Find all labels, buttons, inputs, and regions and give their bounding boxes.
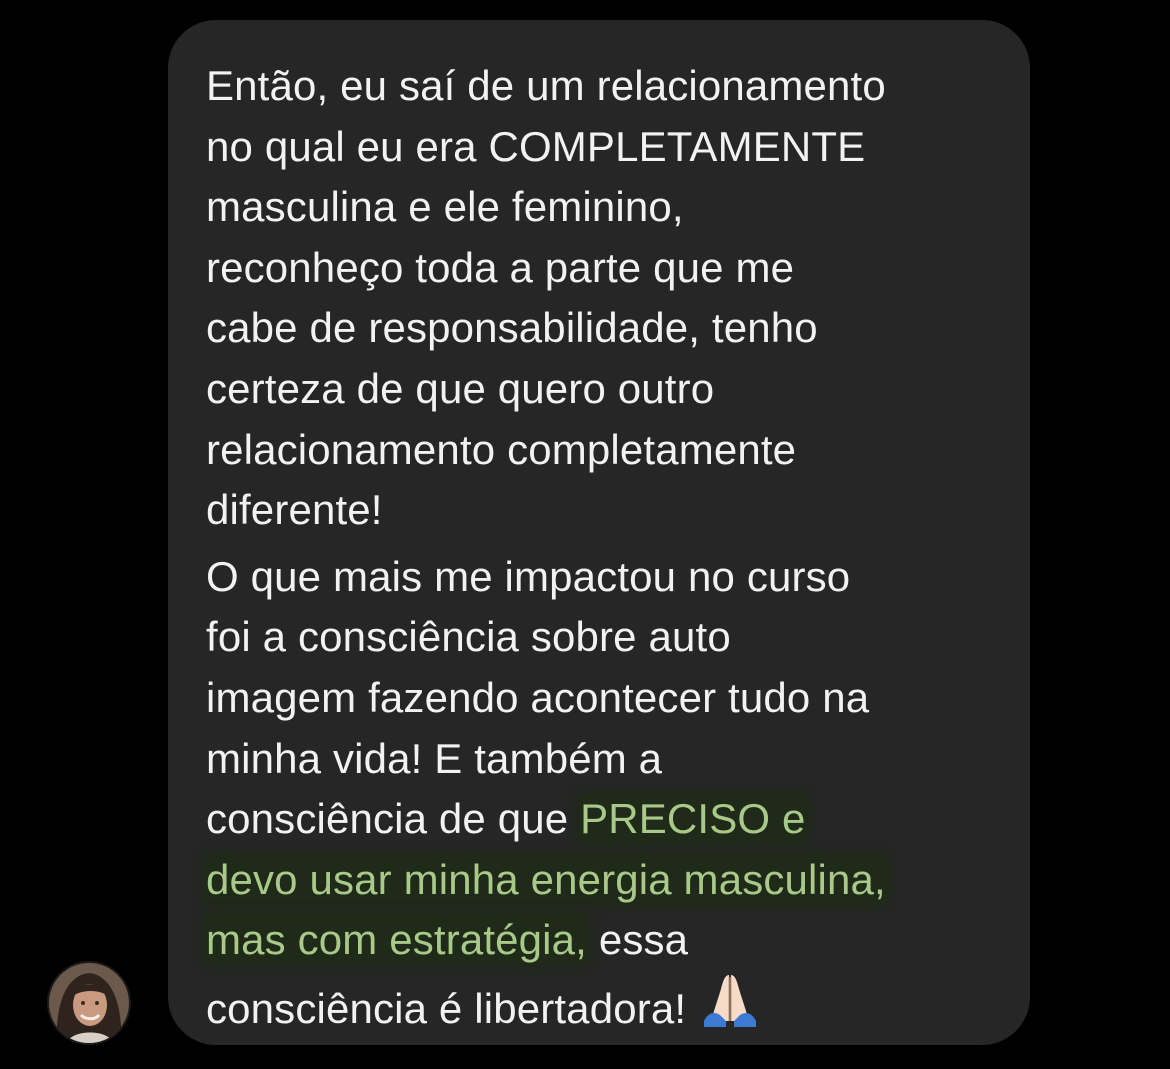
highlighted-text: mas com estratégia, <box>206 916 587 964</box>
message-line: imagem fazendo acontecer tudo na <box>206 673 870 721</box>
message-bubble[interactable]: Então, eu saí de um relacionamento no qu… <box>168 20 1030 1045</box>
message-paragraph-1: Então, eu saí de um relacionamento no qu… <box>206 56 1000 541</box>
message-line: devo usar minha energia masculina, <box>206 850 1000 911</box>
sender-avatar[interactable] <box>49 963 129 1043</box>
chat-thread: Então, eu saí de um relacionamento no qu… <box>0 0 1170 1069</box>
message-line: Então, eu saí de um relacionamento <box>206 62 886 109</box>
message-line: consciência é libertadora! <box>206 971 1000 1044</box>
message-line: certeza de que quero outro <box>206 364 715 412</box>
message-line: reconheço toda a parte que me <box>206 243 795 291</box>
message-line: O que mais me impactou no curso <box>206 552 851 600</box>
message-line: relacionamento completamente <box>206 425 797 473</box>
message-text: essa <box>587 916 689 964</box>
message-text: consciência de que <box>206 795 581 843</box>
message-line: diferente! <box>206 486 383 534</box>
message-line: foi a consciência sobre auto <box>206 613 731 661</box>
highlighted-text: PRECISO e <box>580 795 806 843</box>
message-line: no qual eu era COMPLETAMENTE <box>206 122 866 170</box>
praying-hands-icon <box>700 971 760 1044</box>
avatar-photo-icon <box>49 963 129 1043</box>
message-line: consciência de que PRECISO e <box>206 789 1000 850</box>
message-line: masculina e ele feminino, <box>206 183 684 231</box>
message-line: mas com estratégia, essa <box>206 910 1000 971</box>
message-line: minha vida! E também a <box>206 734 663 782</box>
message-paragraph-2: O que mais me impactou no curso foi a co… <box>206 547 1000 1044</box>
highlighted-text: devo usar minha energia masculina, <box>206 855 886 903</box>
message-line: cabe de responsabilidade, tenho <box>206 304 818 352</box>
message-text: consciência é libertadora! <box>206 984 687 1032</box>
